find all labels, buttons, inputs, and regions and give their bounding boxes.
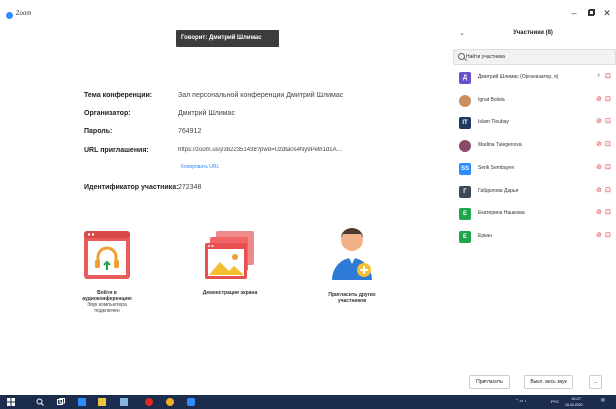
participant-name: Madina Tulegenova — [478, 142, 522, 149]
host-value: Дмитрий Шлимас — [178, 110, 235, 117]
minimize-button[interactable]: – — [567, 8, 581, 18]
opera-icon[interactable] — [145, 398, 153, 406]
avatar: Г — [459, 185, 471, 198]
invite-url-value: https://zoom.us/j/3822351438?pwd=Uzdta0s… — [178, 147, 342, 153]
participant-row[interactable]: SS Serik Sembayev ⊘ ⊡ — [448, 158, 616, 180]
participant-name: Еркан — [478, 232, 492, 239]
participant-row[interactable]: Madina Tulegenova ⊘ ⊡ — [448, 135, 616, 157]
language-indicator[interactable]: РУС — [551, 400, 559, 404]
participant-row[interactable]: Г Габдолова Дарья ⊘ ⊡ — [448, 181, 616, 203]
copy-url-link[interactable]: Копировать URL — [181, 164, 219, 170]
camera-off-icon[interactable]: ⊡ — [605, 163, 611, 171]
participant-name: Габдолова Дарья — [478, 187, 519, 194]
participants-title: Участники (8) — [513, 30, 553, 36]
restore-icon — [587, 9, 595, 16]
clock-date[interactable]: 15.04.2020 — [565, 403, 583, 407]
participant-name: Islam Tleubay — [478, 119, 510, 126]
camera-off-icon[interactable]: ⊡ — [605, 117, 611, 125]
avatar — [459, 94, 471, 107]
mic-muted-icon[interactable]: ⊘ — [596, 163, 602, 171]
avatar: Д — [459, 72, 471, 84]
invite-button[interactable]: Пригласить — [469, 375, 510, 389]
join-audio-button[interactable]: Войти в аудиоконференцию Звук компьютера… — [68, 230, 146, 314]
camera-off-icon[interactable]: ⊡ — [605, 208, 611, 216]
participant-id-label: Идентификатор участника: — [84, 184, 179, 191]
participant-row[interactable]: Е Екатерина Нашкова ⊘ ⊡ — [448, 203, 616, 225]
search-icon — [458, 53, 465, 60]
chevron-down-icon[interactable]: ⌄ — [459, 29, 465, 37]
chrome-icon[interactable] — [166, 398, 174, 406]
avatar: SS — [459, 162, 471, 175]
participant-row[interactable]: Д Дмитрий Шлимас (Организатор, я) ♁ ⊡ — [448, 67, 616, 89]
avatar: Е — [459, 208, 471, 221]
avatar: Е — [459, 230, 471, 243]
mic-muted-icon[interactable]: ⊘ — [596, 208, 602, 216]
more-options-button[interactable]: ... — [589, 375, 602, 389]
mute-all-button[interactable]: Выкл. весь звук — [524, 375, 573, 389]
mic-muted-icon[interactable]: ⊘ — [596, 95, 602, 103]
mic-muted-icon[interactable]: ⊘ — [596, 186, 602, 194]
share-screen-icon — [205, 231, 254, 279]
file-explorer-icon[interactable] — [98, 398, 106, 406]
share-screen-button[interactable]: Демонстрация экрана — [190, 230, 270, 296]
taskbar: ⌃ ▭ ♪ РУС 15:27 15.04.2020 ▤ — [0, 395, 616, 409]
windows-start-icon[interactable] — [7, 398, 15, 406]
camera-off-icon[interactable]: ⊡ — [605, 140, 611, 148]
participant-search[interactable] — [453, 49, 616, 65]
password-label: Пароль: — [84, 128, 113, 135]
share-screen-label: Демонстрация экрана — [202, 290, 258, 296]
camera-off-icon[interactable]: ⊡ — [605, 186, 611, 194]
active-speaker-banner: Говорит: Дмитрий Шлимас — [176, 30, 279, 47]
camera-off-icon[interactable]: ⊡ — [605, 95, 611, 103]
app-title: Zoom — [16, 11, 32, 17]
host-label: Организатор: — [84, 110, 131, 117]
participant-name: Serik Sembayev — [478, 164, 515, 171]
audio-status-2: подключен — [94, 308, 120, 314]
notifications-icon[interactable]: ▤ — [601, 398, 605, 402]
participant-row[interactable]: Е Еркан ⊘ ⊡ — [448, 226, 616, 248]
invite-others-button[interactable]: Пригласить других участников — [312, 226, 392, 304]
mic-muted-icon[interactable]: ⊘ — [596, 231, 602, 239]
clock-time[interactable]: 15:27 — [571, 397, 581, 401]
restore-button[interactable] — [584, 8, 598, 18]
taskbar-search-icon[interactable] — [36, 398, 44, 406]
password-value: 764912 — [178, 128, 202, 135]
avatar — [459, 140, 471, 153]
close-button[interactable]: ✕ — [600, 8, 614, 19]
tray-icons[interactable]: ⌃ ▭ ♪ — [515, 399, 526, 403]
avatar: IT — [459, 117, 471, 130]
zoom-taskbar-icon[interactable] — [187, 398, 195, 406]
mic-muted-icon[interactable]: ⊘ — [596, 140, 602, 148]
topic-value: Зал персональной конференции Дмитрий Шли… — [178, 92, 344, 99]
participant-row[interactable]: IT Islam Tleubay ⊘ ⊡ — [448, 112, 616, 134]
edge-icon[interactable] — [78, 398, 86, 406]
participant-name: Ignat Bolota — [478, 96, 505, 103]
participant-row[interactable]: Ignat Bolota ⊘ ⊡ — [448, 90, 616, 112]
participant-name: Екатерина Нашкова — [478, 210, 525, 217]
camera-off-icon[interactable]: ⊡ — [605, 72, 611, 80]
headphones-icon — [84, 231, 130, 279]
participant-id-value: 272348 — [178, 184, 202, 191]
task-view-icon[interactable] — [57, 398, 65, 406]
invite-url-label: URL приглашения: — [84, 147, 149, 154]
zoom-logo-icon — [6, 12, 13, 19]
invite-person-icon — [332, 228, 372, 280]
camera-off-icon[interactable]: ⊡ — [605, 231, 611, 239]
participant-name: Дмитрий Шлимас (Организатор, я) — [478, 74, 559, 80]
calculator-icon[interactable] — [120, 398, 128, 406]
topic-label: Тема конференции: — [84, 92, 153, 99]
invite-label-2: участников — [337, 298, 367, 304]
mic-icon[interactable]: ♁ — [596, 72, 601, 79]
search-input[interactable] — [466, 51, 606, 63]
mic-muted-icon[interactable]: ⊘ — [596, 117, 602, 125]
